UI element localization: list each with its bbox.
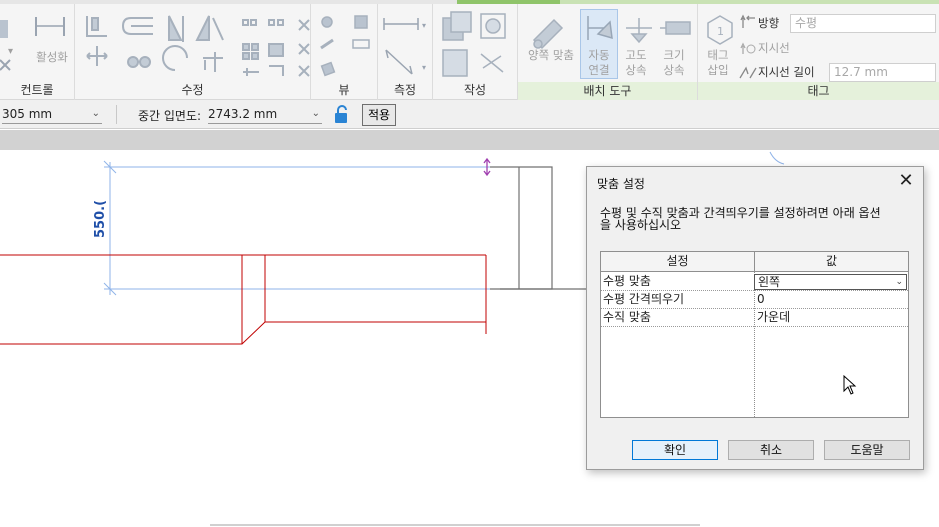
table-row[interactable]: 수직 맞춤 가운데 (601, 309, 908, 327)
value-cell[interactable]: 0 (755, 291, 765, 308)
leader-length-input[interactable]: 12.7 mm (829, 63, 936, 82)
middle-elevation-label: 중간 입면도: (138, 109, 202, 123)
dropdown-arrow-icon[interactable]: ▾ (8, 44, 13, 59)
panel-title-view: 뷰 (338, 83, 350, 97)
chevron-down-icon: ⌄ (311, 108, 320, 119)
divider (116, 105, 117, 124)
svg-text:1: 1 (717, 25, 724, 38)
options-bar: 305 mm ⌄ 중간 입면도: 2743.2 mm ⌄ (0, 100, 939, 129)
panel-create: 작성 (433, 4, 518, 100)
tag-insert-label-2: 삽입 (707, 63, 729, 77)
table-row[interactable]: 수평 맞춤 왼쪽 ⌄ (601, 273, 908, 291)
panel-title-modify: 수정 (181, 83, 204, 97)
elevation-up-icon[interactable] (622, 14, 656, 46)
leader-length-icon (739, 66, 757, 79)
orientation-label: 방향 (758, 16, 780, 30)
chevron-down-icon: ⌄ (91, 108, 100, 119)
gray-element (490, 166, 586, 290)
settings-grid: 설정 값 수평 맞춤 왼쪽 ⌄ 수평 간격띄우기 0 수직 맞춤 가운데 (600, 251, 909, 418)
ribbon: ▾ 활성화 컨트롤 수정 뷰 ▾ ▾ 측정 작성 양쪽 맞춤 자동 연결 고도 … (0, 0, 939, 100)
svg-text:▾: ▾ (422, 21, 426, 30)
setting-cell: 수평 맞춤 (603, 274, 651, 288)
leader-icon (740, 42, 756, 54)
tag-insert-icon[interactable]: 1 (706, 14, 734, 46)
tag-insert-label-1: 태그 (707, 48, 729, 62)
horizontal-align-value: 왼쪽 (758, 275, 781, 289)
elevation-up-label-2: 상속 (625, 63, 647, 77)
panel-placement-tools: 양쪽 맞춤 자동 연결 고도 상속 크기 상속 배치 도구 (518, 4, 698, 100)
modify-tools-icons[interactable] (83, 12, 313, 84)
measure-tools-icons[interactable]: ▾ ▾ (382, 14, 432, 80)
help-button[interactable]: 도움말 (824, 440, 910, 460)
ok-button[interactable]: 확인 (632, 440, 718, 460)
table-row[interactable]: 수평 간격띄우기 0 (601, 291, 908, 309)
panel-control: ▾ 활성화 컨트롤 (0, 4, 75, 100)
orientation-icon (740, 14, 755, 28)
auto-connect-label-1: 자동 (588, 48, 610, 62)
align-both-icon[interactable] (528, 12, 568, 50)
panel-measure: ▾ ▾ 측정 (378, 4, 433, 100)
chevron-down-icon: ⌄ (895, 277, 903, 287)
panel-title-tag: 태그 (698, 82, 939, 100)
size-up-label-1: 크기 (663, 48, 685, 62)
offset-combo[interactable]: 305 mm ⌄ (2, 105, 102, 124)
mouse-cursor-icon (843, 375, 857, 395)
elevation-up-label-1: 고도 (625, 48, 647, 62)
leader-length-label: 지시선 길이 (758, 65, 815, 79)
close-icon[interactable]: ✕ (897, 172, 915, 190)
middle-elevation-value: 2743.2 mm (208, 107, 278, 121)
value-cell[interactable]: 가운데 (755, 309, 790, 326)
setting-cell: 수평 간격띄우기 (603, 292, 685, 306)
svg-text:▾: ▾ (422, 63, 426, 72)
description-line-2: 을 사용하십시오 (600, 218, 682, 232)
red-duct[interactable] (0, 254, 487, 345)
alignment-settings-dialog: 맞춤 설정 ✕ 수평 및 수직 맞춤과 간격띄우기를 설정하려면 아래 옵션 을… (586, 166, 924, 470)
panel-tag: 1 태그 삽입 방향 수평 지시선 지시선 길이 12.7 mm 태그 (698, 4, 939, 100)
panel-modify: 수정 (75, 4, 311, 100)
middle-elevation-combo[interactable]: 2743.2 mm ⌄ (208, 105, 322, 124)
dialog-description: 수평 및 수직 맞춤과 간격띄우기를 설정하려면 아래 옵션 을 사용하십시오 (600, 207, 912, 231)
view-header-strip (0, 130, 939, 150)
auto-connect-icon (587, 16, 613, 40)
panel-title-measure: 측정 (393, 83, 417, 97)
panel-title-placement-tools: 배치 도구 (518, 82, 697, 100)
dimension-text[interactable]: 550.( (93, 200, 108, 238)
column-header-setting[interactable]: 설정 (601, 252, 754, 272)
auto-connect-label-2: 연결 (588, 63, 610, 77)
activate-dimension-icon[interactable] (34, 14, 66, 40)
column-header-value[interactable]: 값 (754, 252, 908, 272)
leader-checkbox-label[interactable]: 지시선 (758, 41, 790, 56)
align-both-label: 양쪽 맞춤 (528, 48, 574, 62)
activate-label: 활성화 (36, 50, 68, 64)
dialog-title: 맞춤 설정 (597, 177, 645, 191)
setting-cell: 수직 맞춤 (603, 310, 651, 324)
cancel-button[interactable]: 취소 (728, 440, 814, 460)
panel-view: 뷰 (311, 4, 378, 100)
size-up-label-2: 상속 (663, 63, 685, 77)
size-up-icon[interactable] (658, 14, 696, 44)
panel-title-control: 컨트롤 (20, 83, 54, 97)
panel-title-create: 작성 (463, 83, 487, 97)
orientation-select[interactable]: 수평 (790, 14, 936, 33)
apply-button[interactable]: 적용 (362, 104, 396, 126)
horizontal-align-select[interactable]: 왼쪽 ⌄ (754, 274, 907, 290)
unlock-icon[interactable] (333, 105, 349, 124)
offset-value: 305 mm (2, 107, 53, 121)
create-tools-icons[interactable] (439, 10, 517, 82)
view-tools-icons[interactable] (319, 12, 375, 82)
